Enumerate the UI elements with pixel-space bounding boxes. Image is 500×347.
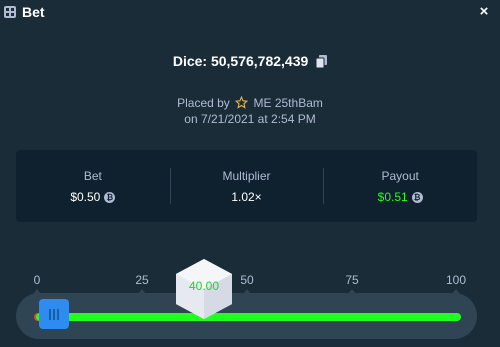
- username-link[interactable]: ME 25thBam: [254, 96, 323, 110]
- placed-by-label: Placed by: [177, 96, 230, 110]
- modal-title: Bet: [22, 4, 45, 20]
- multiplier-value: 1.02×: [231, 190, 262, 204]
- stat-value: $0.51 ₿: [323, 190, 477, 204]
- copy-icon[interactable]: [316, 55, 328, 68]
- stat-value: $0.50 ₿: [16, 190, 170, 204]
- close-icon: ×: [479, 3, 489, 20]
- bet-amount: $0.50: [70, 190, 101, 204]
- stat-value: 1.02×: [170, 190, 324, 204]
- placed-by-row: Placed by ME 25thBam: [0, 94, 500, 112]
- tick-label: 100: [445, 273, 467, 287]
- tick-label: 25: [135, 273, 149, 287]
- grip-line: [57, 309, 59, 320]
- star-icon: [235, 96, 249, 109]
- close-button[interactable]: ×: [476, 3, 492, 21]
- coin-icon: ₿: [411, 191, 423, 203]
- grip-line: [49, 309, 51, 320]
- tick-label: 75: [345, 273, 359, 287]
- dice-grid-icon: [4, 6, 16, 18]
- bet-id: Dice: 50,576,782,439: [172, 53, 309, 69]
- stat-multiplier: Multiplier 1.02×: [169, 150, 324, 222]
- coin-icon: ₿: [104, 191, 116, 203]
- stat-payout: Payout $0.51 ₿: [323, 150, 477, 222]
- tick-label: 50: [240, 273, 254, 287]
- bet-stats-panel: Bet $0.50 ₿ Multiplier 1.02× Payout $0.5…: [16, 150, 477, 222]
- slider-handle[interactable]: [39, 299, 69, 329]
- slider-scale: 0 25 50 75 100: [0, 273, 500, 294]
- tick-label: 0: [33, 273, 41, 287]
- roll-result: 40.00: [188, 279, 220, 293]
- bet-id-row: Dice: 50,576,782,439: [0, 53, 500, 69]
- stat-label: Bet: [83, 169, 102, 183]
- slider-win-range: [36, 313, 461, 321]
- payout-amount: $0.51: [377, 190, 408, 204]
- grip-line: [53, 309, 55, 320]
- bet-date: on 7/21/2021 at 2:54 PM: [184, 112, 316, 126]
- modal-header: Bet ×: [0, 0, 500, 26]
- stat-label: Payout: [381, 169, 419, 183]
- stat-label: Multiplier: [222, 169, 271, 183]
- stat-bet: Bet $0.50 ₿: [16, 150, 170, 222]
